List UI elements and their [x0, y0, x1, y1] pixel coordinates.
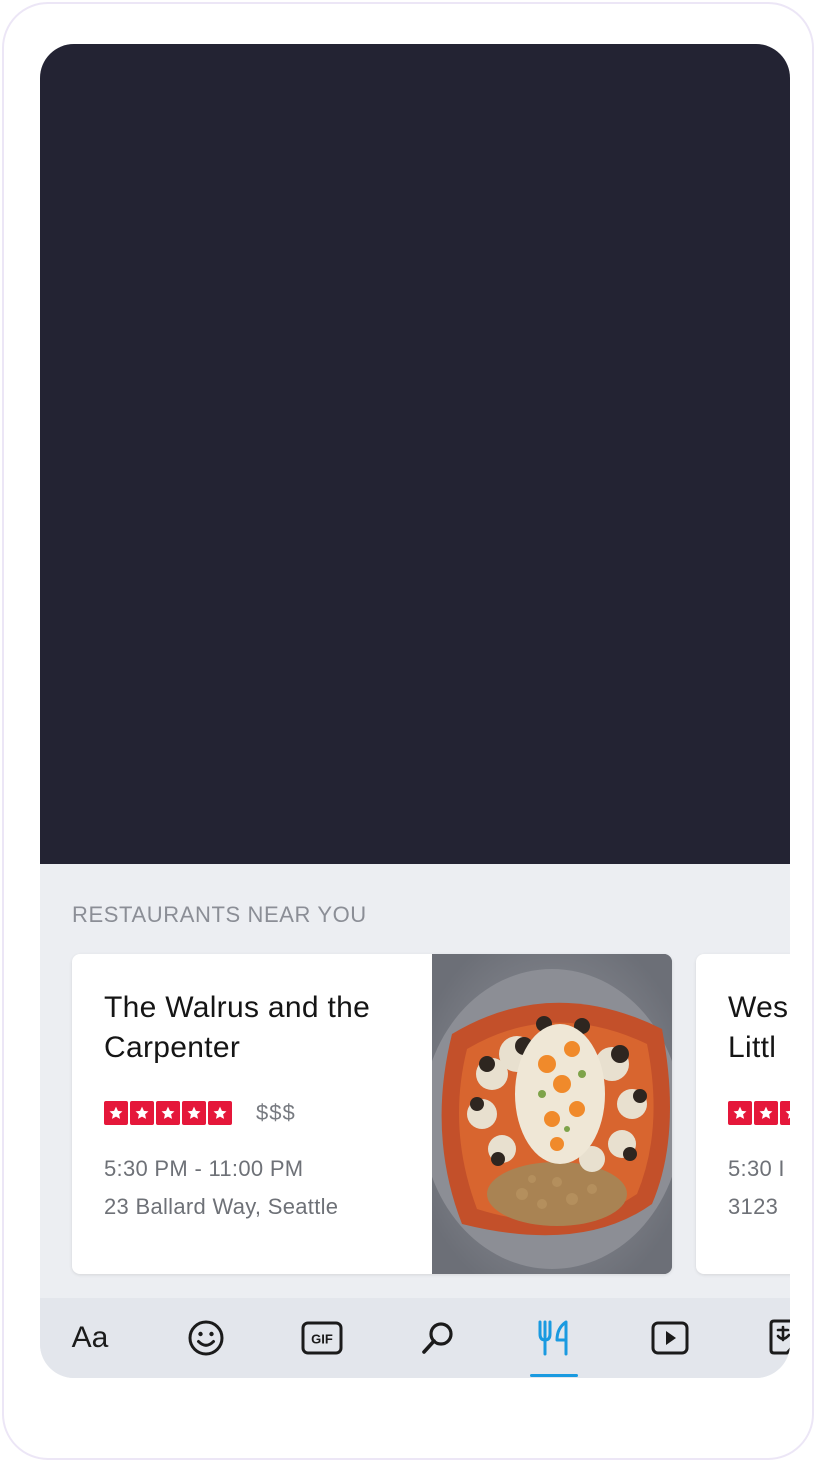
gif-button[interactable]: GIF — [286, 1298, 358, 1378]
opening-hours: 5:30 I — [728, 1156, 785, 1181]
gif-icon: GIF — [301, 1321, 343, 1355]
device-frame: RESTAURANTS NEAR YOU The Walrus and the … — [2, 2, 814, 1460]
section-title: RESTAURANTS NEAR YOU — [72, 902, 367, 927]
text-format-label: Aa — [71, 1321, 109, 1354]
price-level: $$$ — [256, 1100, 296, 1125]
restaurant-card[interactable]: The Walrus and the Carpenter $$$ 5:30 PM… — [72, 954, 672, 1274]
sticker-icon — [769, 1319, 790, 1355]
star-icon — [104, 1101, 128, 1125]
star-icon — [182, 1101, 206, 1125]
food-photo — [432, 954, 672, 1274]
restaurants-button[interactable] — [518, 1298, 590, 1378]
opening-hours: 5:30 PM - 11:00 PM — [104, 1156, 304, 1181]
star-rating — [104, 1101, 232, 1125]
restaurant-name: Wes Littl — [728, 991, 789, 1064]
extension-toolbar: Aa GIF — [40, 1298, 790, 1378]
star-rating — [728, 1101, 790, 1125]
svg-text:GIF: GIF — [311, 1332, 333, 1347]
restaurant-card[interactable]: Wes Littl 5:30 I 3123 — [696, 954, 790, 1274]
screen: RESTAURANTS NEAR YOU The Walrus and the … — [40, 44, 790, 1378]
restaurants-panel: RESTAURANTS NEAR YOU The Walrus and the … — [40, 864, 790, 1298]
star-icon — [754, 1101, 778, 1125]
star-icon — [728, 1101, 752, 1125]
address: 23 Ballard Way, Seattle — [104, 1194, 339, 1219]
video-button[interactable] — [634, 1298, 706, 1378]
star-icon — [208, 1101, 232, 1125]
text-format-button[interactable]: Aa — [54, 1298, 126, 1378]
camera-viewport — [40, 44, 790, 864]
active-tab-indicator — [530, 1374, 578, 1377]
sticker-button[interactable] — [750, 1298, 790, 1378]
search-button[interactable] — [402, 1298, 474, 1378]
emoji-icon — [188, 1320, 224, 1356]
emoji-button[interactable] — [170, 1298, 242, 1378]
search-icon — [422, 1322, 453, 1354]
star-icon — [130, 1101, 154, 1125]
star-icon — [156, 1101, 180, 1125]
restaurant-name: The Walrus and the Carpenter — [104, 991, 371, 1064]
address: 3123 — [728, 1194, 779, 1219]
star-icon — [780, 1101, 790, 1125]
restaurant-icon — [538, 1320, 568, 1356]
video-icon — [651, 1321, 689, 1355]
